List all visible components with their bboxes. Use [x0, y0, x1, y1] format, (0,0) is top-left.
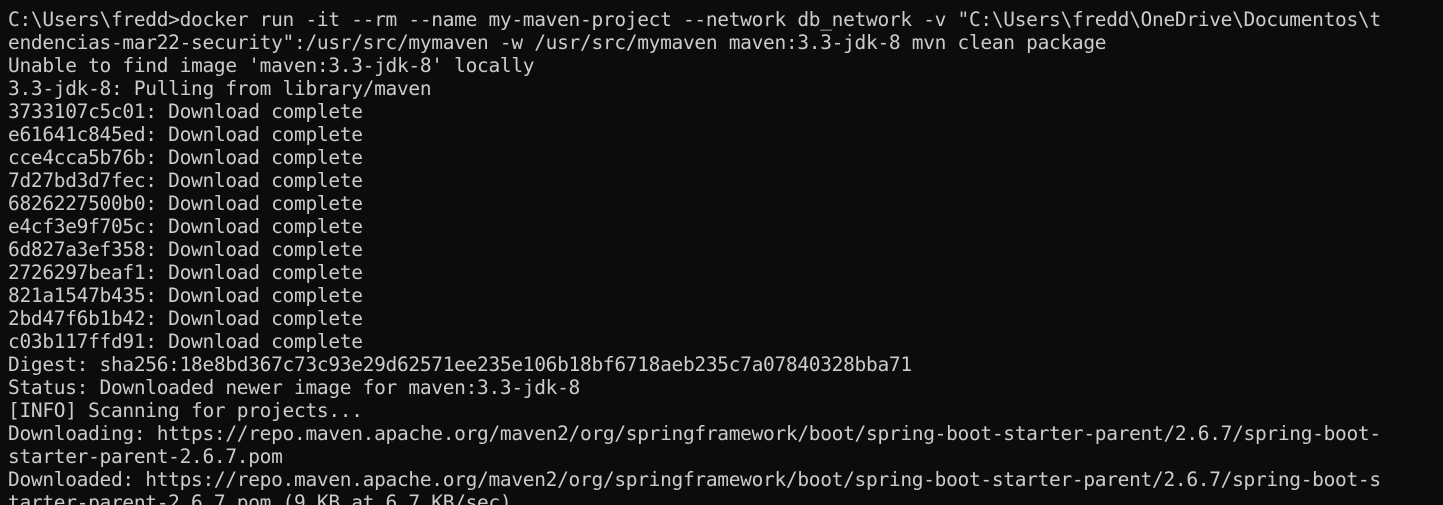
layer-status-line: 6d827a3ef358: Download complete: [8, 238, 363, 261]
maven-download-line: starter-parent-2.6.7.pom: [8, 445, 283, 468]
layer-status-line: cce4cca5b76b: Download complete: [8, 146, 363, 169]
layer-status-line: c03b117ffd91: Download complete: [8, 330, 363, 353]
maven-downloaded-line: tarter-parent-2.6.7.pom (9 KB at 6.7 KB/…: [8, 491, 512, 505]
layer-status-line: e4cf3e9f705c: Download complete: [8, 215, 363, 238]
layer-status-line: 2726297beaf1: Download complete: [8, 261, 363, 284]
layer-status-line: 2bd47f6b1b42: Download complete: [8, 307, 363, 330]
maven-info-line: [INFO] Scanning for projects...: [8, 399, 363, 422]
layer-status-line: 7d27bd3d7fec: Download complete: [8, 169, 363, 192]
layer-status-line: 3733107c5c01: Download complete: [8, 100, 363, 123]
output-line: Unable to find image 'maven:3.3-jdk-8' l…: [8, 54, 535, 77]
command-line-continuation: endencias-mar22-security":/usr/src/mymav…: [8, 31, 1107, 54]
terminal-output: C:\Users\fredd>docker run -it --rm --nam…: [8, 8, 1443, 505]
terminal-window[interactable]: C:\Users\fredd>docker run -it --rm --nam…: [0, 0, 1443, 505]
layer-status-line: 6826227500b0: Download complete: [8, 192, 363, 215]
maven-downloaded-line: Downloaded: https://repo.maven.apache.or…: [8, 468, 1381, 491]
layer-status-line: e61641c845ed: Download complete: [8, 123, 363, 146]
maven-download-line: Downloading: https://repo.maven.apache.o…: [8, 422, 1381, 445]
layer-status-line: 821a1547b435: Download complete: [8, 284, 363, 307]
command-line: C:\Users\fredd>docker run -it --rm --nam…: [8, 8, 1381, 31]
status-line: Status: Downloaded newer image for maven…: [8, 376, 581, 399]
digest-line: Digest: sha256:18e8bd367c73c93e29d62571e…: [8, 353, 912, 376]
output-line: 3.3-jdk-8: Pulling from library/maven: [8, 77, 432, 100]
